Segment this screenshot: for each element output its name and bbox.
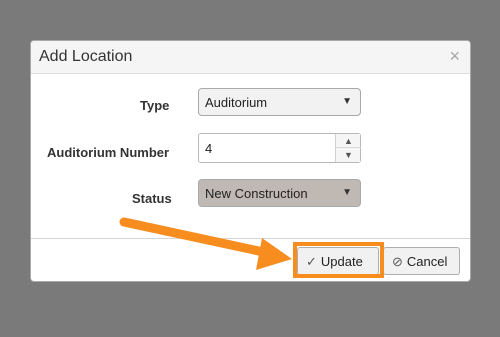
annotation-arrow [119,217,292,270]
screen: Add Location × Type Auditorium ▼ Auditor… [0,0,500,337]
